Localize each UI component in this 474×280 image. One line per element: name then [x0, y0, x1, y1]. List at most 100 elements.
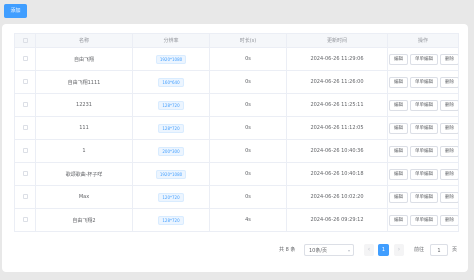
add-button[interactable]: 添加: [4, 4, 27, 18]
single-edit-button[interactable]: 单单编辑: [410, 191, 438, 203]
edit-button[interactable]: 编辑: [389, 99, 408, 111]
edit-button[interactable]: 编辑: [389, 214, 408, 226]
table-row: 1 200*300 0s 2024-06-26 10:40:36 编辑 单单编辑删…: [14, 139, 459, 163]
cell-resolution: 200*300: [132, 139, 210, 163]
delete-button[interactable]: 删除: [440, 168, 458, 180]
delete-button[interactable]: 删除: [440, 99, 458, 111]
cell-resolution: 128*720: [132, 116, 210, 140]
row-checkbox[interactable]: [22, 79, 28, 84]
page-size-value: 10条/页: [309, 248, 328, 254]
delete-button[interactable]: 删除: [440, 122, 458, 134]
pagination-current-page[interactable]: 1: [378, 244, 389, 256]
delete-button[interactable]: 删除: [440, 53, 458, 65]
chevron-right-icon[interactable]: ›: [394, 244, 404, 256]
row-checkbox[interactable]: [22, 125, 28, 130]
single-edit-button[interactable]: 单单编辑: [410, 122, 438, 134]
cell-actions: 编辑 单单编辑 删除: [387, 70, 459, 94]
row-checkbox[interactable]: [22, 148, 28, 153]
single-edit-button[interactable]: 单单编辑: [410, 53, 438, 65]
header-duration: 时长(s): [209, 33, 287, 48]
edit-button[interactable]: 编辑: [389, 191, 408, 203]
table-row: 12231 128*720 0s 2024-06-26 11:25:11 编辑单…: [14, 93, 459, 117]
row-checkbox-cell[interactable]: [14, 70, 36, 94]
row-checkbox-cell[interactable]: [14, 116, 36, 140]
cell-name: 111: [35, 116, 133, 140]
resolution-tag: 128*720: [158, 123, 184, 133]
delete-button[interactable]: 删除: [440, 191, 458, 203]
delete-button[interactable]: 删除: [440, 76, 458, 88]
single-edit-button[interactable]: 单单编辑: [410, 168, 438, 180]
header-resolution: 分辨率: [132, 33, 210, 48]
single-edit-button[interactable]: 单单编辑: [410, 145, 438, 157]
resolution-tag: 128*720: [158, 100, 184, 110]
cell-resolution: 120*720: [132, 185, 210, 209]
table-row: 111 128*720 0s 2024-06-26 11:12:05 编辑 单单编…: [14, 116, 459, 140]
select-all-checkbox[interactable]: [22, 37, 28, 43]
cell-updated: 2024-06-26 11:12:05: [286, 116, 388, 140]
cell-updated: 2024-06-26 10:02:20: [286, 185, 388, 209]
cell-resolution: 128*720: [132, 208, 210, 232]
delete-button[interactable]: 删除: [440, 145, 458, 157]
cell-duration: 0s: [209, 139, 287, 163]
edit-button[interactable]: 编辑: [389, 145, 408, 157]
cell-name: 1: [35, 139, 133, 163]
resolution-tag: 160*640: [158, 77, 184, 87]
row-checkbox[interactable]: [22, 56, 28, 61]
chevron-down-icon: ▾: [347, 248, 350, 253]
resolution-tag: 120*720: [158, 192, 184, 202]
cell-name: 歌颂歌曲-杯子咩: [35, 162, 133, 186]
row-checkbox-cell[interactable]: [14, 162, 36, 186]
cell-actions: 编辑 单单编辑 删除: [387, 116, 459, 140]
row-checkbox-cell[interactable]: [14, 185, 36, 209]
edit-button[interactable]: 编辑: [389, 53, 408, 65]
edit-button[interactable]: 编辑: [389, 122, 408, 134]
page-size-select[interactable]: 10条/页 ▾: [304, 244, 354, 256]
cell-duration: 0s: [209, 116, 287, 140]
single-edit-button[interactable]: 单单编辑: [410, 76, 438, 88]
table-row: 自由飞翔2 128*720 4s 2024-06-26 09:29:12 编辑单…: [14, 208, 459, 232]
row-checkbox-cell[interactable]: [14, 47, 36, 71]
table-row: 自由飞翔1111 160*640 0s 2024-06-26 11:26:00 …: [14, 70, 459, 94]
row-checkbox[interactable]: [22, 171, 28, 176]
cell-actions: 编辑 单单编辑 删除: [387, 93, 459, 117]
cell-duration: 0s: [209, 93, 287, 117]
cell-resolution: 128*720: [132, 93, 210, 117]
row-checkbox-cell[interactable]: [14, 208, 36, 232]
header-name: 名称: [35, 33, 133, 48]
header-select-all[interactable]: [14, 33, 36, 48]
row-checkbox-cell[interactable]: [14, 93, 36, 117]
edit-button[interactable]: 编辑: [389, 168, 408, 180]
cell-updated: 2024-06-26 11:25:11: [286, 93, 388, 117]
resolution-tag: 128*720: [158, 215, 184, 225]
cell-duration: 4s: [209, 208, 287, 232]
single-edit-button[interactable]: 单单编辑: [410, 99, 438, 111]
goto-label: 前往: [414, 247, 425, 253]
delete-button[interactable]: 删除: [440, 214, 458, 226]
cell-name: 自由飞翔2: [35, 208, 133, 232]
cell-actions: 编辑 单单编辑 删除: [387, 47, 459, 71]
edit-button[interactable]: 编辑: [389, 76, 408, 88]
cell-duration: 0s: [209, 70, 287, 94]
table-card: 名称 分辨率 时长(s) 更新时间 操作 自由飞翔 1920*1080 0s 2…: [2, 24, 468, 272]
cell-actions: 编辑 单单编辑 删除: [387, 185, 459, 209]
cell-actions: 编辑 单单编辑 删除: [387, 162, 459, 186]
row-checkbox[interactable]: [22, 194, 28, 199]
table-row: 自由飞翔 1920*1080 0s 2024-06-26 11:29:06 编辑…: [14, 47, 459, 71]
cell-updated: 2024-06-26 11:26:00: [286, 70, 388, 94]
header-updated: 更新时间: [286, 33, 388, 48]
single-edit-button[interactable]: 单单编辑: [410, 214, 438, 226]
chevron-left-icon[interactable]: ‹: [364, 244, 374, 256]
row-checkbox[interactable]: [22, 102, 28, 107]
cell-duration: 0s: [209, 185, 287, 209]
cell-name: 自由飞翔1111: [35, 70, 133, 94]
resolution-tag: 1920*1080: [155, 169, 187, 179]
table-row: Max 120*720 0s 2024-06-26 10:02:20 编辑 单单编…: [14, 185, 459, 209]
cell-actions: 编辑 单单编辑 删除: [387, 139, 459, 163]
cell-updated: 2024-06-26 10:40:36: [286, 139, 388, 163]
cell-updated: 2024-06-26 10:40:18: [286, 162, 388, 186]
row-checkbox-cell[interactable]: [14, 139, 36, 163]
row-checkbox[interactable]: [22, 217, 28, 222]
cell-updated: 2024-06-26 11:29:06: [286, 47, 388, 71]
cell-name: Max: [35, 185, 133, 209]
goto-page-input[interactable]: 1: [430, 244, 448, 256]
